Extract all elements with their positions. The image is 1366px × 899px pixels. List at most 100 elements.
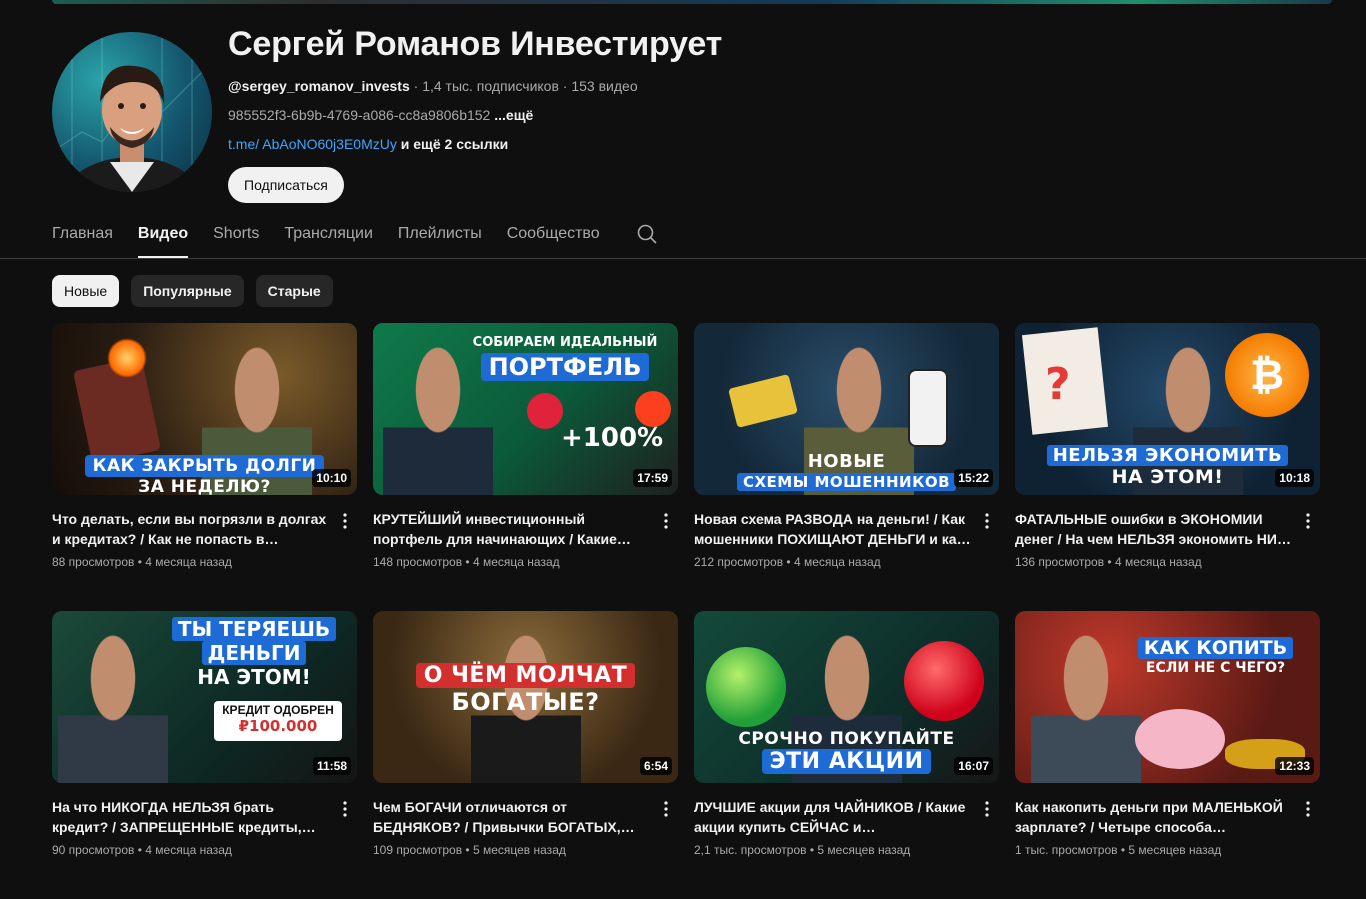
video-title[interactable]: ЛУЧШИЕ акции для ЧАЙНИКОВ / Какие акции …: [694, 797, 971, 837]
chip-newest[interactable]: Новые: [52, 275, 120, 307]
question-mark-graphic: ?: [1045, 359, 1071, 410]
video-meta: 148 просмотров • 4 месяца назад: [373, 555, 560, 569]
thumb-caption-line2: ЗА НЕДЕЛЮ?: [138, 477, 271, 495]
more-links[interactable]: и ещё 2 ссылки: [397, 136, 509, 152]
channel-title: Сергей Романов Инвестирует: [228, 25, 723, 63]
video-meta: 136 просмотров • 4 месяца назад: [1015, 555, 1202, 569]
video-title[interactable]: КРУТЕЙШИЙ инвестиционный портфель для на…: [373, 509, 650, 549]
description-more-link[interactable]: ...ещё: [490, 107, 533, 123]
video-thumbnail[interactable]: СРОЧНО ПОКУПАЙТЕ ЭТИ АКЦИИ 16:07: [694, 611, 999, 783]
tab-home[interactable]: Главная: [52, 216, 113, 258]
video-thumbnail[interactable]: О ЧЁМ МОЛЧАТ БОГАТЫЕ? 6:54: [373, 611, 678, 783]
tab-live[interactable]: Трансляции: [284, 216, 373, 258]
video-views: 148 просмотров: [373, 555, 463, 569]
thumb-caption-line1: СОБИРАЕМ ИДЕАЛЬНЫЙ: [472, 335, 658, 350]
channel-banner: [52, 0, 1332, 4]
chip-popular[interactable]: Популярные: [131, 275, 244, 307]
piggy-bank-graphic: [1135, 709, 1225, 769]
video-age: 4 месяца назад: [472, 555, 560, 569]
video-card[interactable]: ? ₿ НЕЛЬЗЯ ЭКОНОМИТЬ НА ЭТОМ! 10:18 ФАТА…: [1015, 323, 1320, 611]
video-menu-icon[interactable]: [654, 509, 678, 533]
video-title[interactable]: Новая схема РАЗВОДА на деньги! / Как мош…: [694, 509, 971, 549]
video-menu-icon[interactable]: [975, 509, 999, 533]
thumb-caption-line2: БОГАТЫЕ?: [451, 688, 600, 716]
video-grid: КАК ЗАКРЫТЬ ДОЛГИ ЗА НЕДЕЛЮ? 10:10 Что д…: [52, 323, 1320, 899]
bitcoin-icon: ₿: [1225, 333, 1309, 417]
thumb-caption-line2: ЕСЛИ НЕ С ЧЕГО?: [1145, 660, 1286, 676]
tabs-divider: [0, 258, 1366, 259]
video-menu-icon[interactable]: [975, 797, 999, 821]
credit-approved-banner: КРЕДИТ ОДОБРЕН ₽100.000: [214, 701, 342, 741]
video-thumbnail[interactable]: СОБИРАЕМ ИДЕАЛЬНЫЙ ПОРТФЕЛЬ +100% 17:59: [373, 323, 678, 495]
host-photo: [58, 633, 168, 783]
video-card[interactable]: СРОЧНО ПОКУПАЙТЕ ЭТИ АКЦИИ 16:07 ЛУЧШИЕ …: [694, 611, 999, 899]
telegram-link[interactable]: t.me/ AbAoNO60j3E0MzUy: [228, 136, 397, 152]
video-menu-icon[interactable]: [333, 509, 357, 533]
video-menu-icon[interactable]: [1296, 509, 1320, 533]
channel-header: Сергей Романов Инвестирует @sergey_roman…: [52, 25, 1312, 203]
sort-chips: Новые Популярные Старые: [52, 275, 333, 307]
video-menu-icon[interactable]: [654, 797, 678, 821]
search-icon[interactable]: [635, 222, 659, 246]
tab-shorts[interactable]: Shorts: [213, 216, 259, 258]
video-menu-icon[interactable]: [1296, 797, 1320, 821]
channel-handle: @sergey_romanov_invests: [228, 78, 410, 94]
video-card[interactable]: О ЧЁМ МОЛЧАТ БОГАТЫЕ? 6:54 Чем БОГАЧИ от…: [373, 611, 678, 899]
video-card[interactable]: КАК КОПИТЬ ЕСЛИ НЕ С ЧЕГО? 12:33 Как нак…: [1015, 611, 1320, 899]
video-views: 136 просмотров: [1015, 555, 1105, 569]
thumb-caption-line3: +100%: [561, 423, 664, 453]
video-duration: 11:58: [312, 757, 351, 775]
video-card[interactable]: СОБИРАЕМ ИДЕАЛЬНЫЙ ПОРТФЕЛЬ +100% 17:59 …: [373, 323, 678, 611]
channel-meta: @sergey_romanov_invests · 1,4 тыс. подпи…: [228, 78, 638, 94]
magnit-logo: [904, 641, 984, 721]
tab-playlists[interactable]: Плейлисты: [398, 216, 482, 258]
video-age: 4 месяца назад: [145, 555, 232, 569]
sber-logo: [706, 647, 786, 727]
video-card[interactable]: КАК ЗАКРЫТЬ ДОЛГИ ЗА НЕДЕЛЮ? 10:10 Что д…: [52, 323, 357, 611]
video-card[interactable]: ТЫ ТЕРЯЕШЬ ДЕНЬГИ НА ЭТОМ! КРЕДИТ ОДОБРЕ…: [52, 611, 357, 899]
thumb-caption-line2: ДЕНЬГИ: [201, 641, 307, 665]
thumb-caption-line3: НА ЭТОМ!: [197, 665, 311, 689]
channel-links: t.me/ AbAoNO60j3E0MzUy и ещё 2 ссылки: [228, 136, 722, 152]
thumb-caption-line2: НА ЭТОМ!: [1111, 466, 1224, 488]
video-title[interactable]: На что НИКОГДА НЕЛЬЗЯ брать кредит? / ЗА…: [52, 797, 329, 837]
video-views: 2,1 тыс. просмотров: [694, 843, 807, 857]
video-duration: 17:59: [633, 469, 672, 487]
video-meta: 212 просмотров • 4 месяца назад: [694, 555, 881, 569]
video-count: 153 видео: [571, 78, 638, 94]
tab-videos[interactable]: Видео: [137, 216, 189, 258]
video-thumbnail[interactable]: ? ₿ НЕЛЬЗЯ ЭКОНОМИТЬ НА ЭТОМ! 10:18: [1015, 323, 1320, 495]
video-title[interactable]: Что делать, если вы погрязли в долгах и …: [52, 509, 329, 549]
video-meta: 88 просмотров • 4 месяца назад: [52, 555, 232, 569]
bank-card-graphic: [728, 374, 798, 428]
video-views: 1 тыс. просмотров: [1015, 843, 1118, 857]
channel-tabs: Главная Видео Shorts Трансляции Плейлист…: [52, 216, 659, 258]
phone-graphic: [908, 369, 948, 447]
channel-avatar[interactable]: [52, 32, 212, 192]
video-age: 5 месяцев назад: [817, 843, 911, 857]
subscribe-button[interactable]: Подписаться: [228, 167, 344, 203]
chip-oldest[interactable]: Старые: [255, 275, 333, 307]
video-card[interactable]: НОВЫЕ СХЕМЫ МОШЕННИКОВ 15:22 Новая схема…: [694, 323, 999, 611]
video-meta: 90 просмотров • 4 месяца назад: [52, 843, 232, 857]
video-duration: 12:33: [1275, 757, 1314, 775]
fire-graphic: [107, 338, 147, 378]
thumb-caption-line2: ЭТИ АКЦИИ: [761, 749, 932, 774]
channel-info: Сергей Романов Инвестирует @sergey_roman…: [228, 25, 723, 203]
video-title[interactable]: ФАТАЛЬНЫЕ ошибки в ЭКОНОМИИ денег / На ч…: [1015, 509, 1292, 549]
video-thumbnail[interactable]: КАК ЗАКРЫТЬ ДОЛГИ ЗА НЕДЕЛЮ? 10:10: [52, 323, 357, 495]
subscriber-count: 1,4 тыс. подписчиков: [422, 78, 559, 94]
thumb-caption-line1: КАК ЗАКРЫТЬ ДОЛГИ: [84, 455, 325, 477]
video-title[interactable]: Чем БОГАЧИ отличаются от БЕДНЯКОВ? / При…: [373, 797, 650, 837]
video-meta: 109 просмотров • 5 месяцев назад: [373, 843, 566, 857]
video-thumbnail[interactable]: КАК КОПИТЬ ЕСЛИ НЕ С ЧЕГО? 12:33: [1015, 611, 1320, 783]
video-thumbnail[interactable]: НОВЫЕ СХЕМЫ МОШЕННИКОВ 15:22: [694, 323, 999, 495]
video-menu-icon[interactable]: [333, 797, 357, 821]
channel-description[interactable]: 985552f3-6b9b-4769-a086-cc8a9806b152 ...…: [228, 107, 722, 123]
video-age: 4 месяца назад: [1114, 555, 1202, 569]
magnit-logo: [527, 393, 563, 429]
video-thumbnail[interactable]: ТЫ ТЕРЯЕШЬ ДЕНЬГИ НА ЭТОМ! КРЕДИТ ОДОБРЕ…: [52, 611, 357, 783]
video-duration: 10:18: [1275, 469, 1314, 487]
tab-community[interactable]: Сообщество: [507, 216, 600, 258]
video-title[interactable]: Как накопить деньги при МАЛЕНЬКОЙ зарпла…: [1015, 797, 1292, 837]
